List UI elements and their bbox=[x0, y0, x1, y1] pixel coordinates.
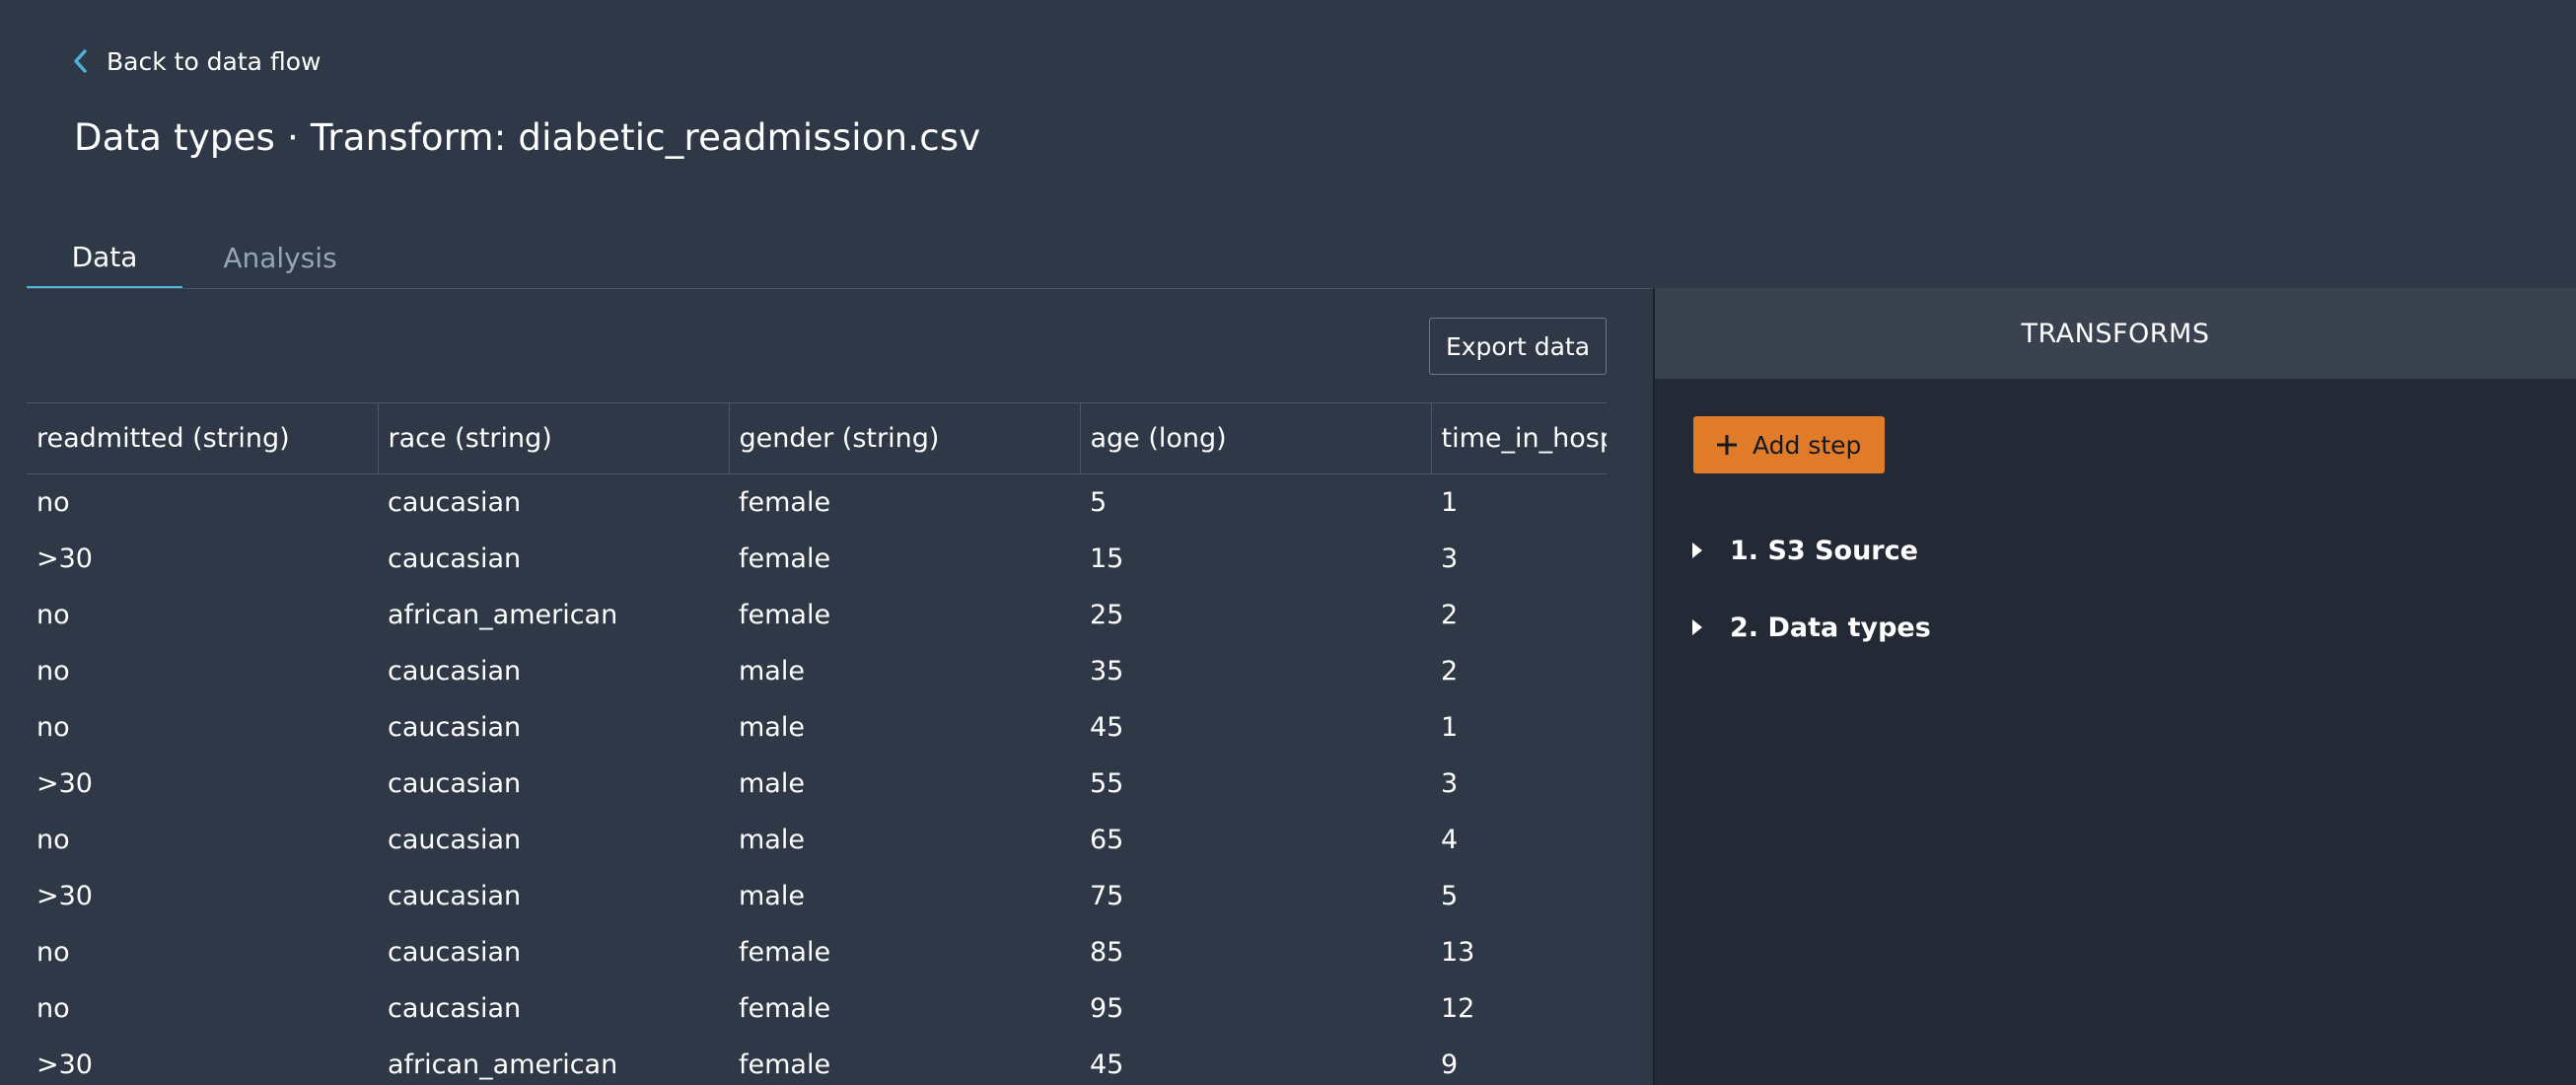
table-cell: caucasian bbox=[388, 936, 522, 968]
table-row: >30 caucasian male 55 3 bbox=[27, 756, 1607, 812]
table-cell: 2 bbox=[1441, 655, 1459, 687]
table-cell: african_american bbox=[388, 599, 618, 630]
table-cell: 4 bbox=[1441, 824, 1459, 855]
tabs-divider bbox=[27, 288, 1654, 289]
column-header-readmitted[interactable]: readmitted (string) bbox=[27, 402, 379, 474]
table-cell: female bbox=[739, 486, 831, 518]
table-cell: 85 bbox=[1090, 936, 1124, 968]
table-cell: no bbox=[36, 711, 70, 743]
table-cell: caucasian bbox=[388, 880, 522, 911]
table-cell: 35 bbox=[1090, 655, 1124, 687]
table-header-row: readmitted (string) race (string) gender… bbox=[27, 402, 1607, 474]
step-data-types[interactable]: 2. Data types bbox=[1690, 608, 1931, 647]
back-link-label: Back to data flow bbox=[107, 46, 322, 76]
column-header-time-in-hospital[interactable]: time_in_hospital (long) bbox=[1431, 402, 1607, 474]
table-cell: >30 bbox=[36, 1049, 93, 1080]
data-table: readmitted (string) race (string) gender… bbox=[27, 402, 1607, 1085]
page-title: Data types · Transform: diabetic_readmis… bbox=[74, 116, 981, 159]
table-cell: 5 bbox=[1090, 486, 1108, 518]
back-to-data-flow-link[interactable]: Back to data flow bbox=[71, 43, 321, 79]
table-cell: 45 bbox=[1090, 711, 1124, 743]
table-row: no caucasian male 65 4 bbox=[27, 812, 1607, 868]
tab-analysis[interactable]: Analysis bbox=[196, 227, 364, 289]
table-cell: female bbox=[739, 1049, 831, 1080]
table-cell: 5 bbox=[1441, 880, 1459, 911]
table-cell: female bbox=[739, 992, 831, 1024]
table-cell: 65 bbox=[1090, 824, 1124, 855]
app-window: Back to data flow Data types · Transform… bbox=[0, 0, 2576, 1085]
step-label: 1. S3 Source bbox=[1730, 535, 1918, 566]
table-cell: caucasian bbox=[388, 486, 522, 518]
table-cell: no bbox=[36, 824, 70, 855]
table-cell: no bbox=[36, 599, 70, 630]
table-cell: female bbox=[739, 599, 831, 630]
step-label: 2. Data types bbox=[1730, 612, 1931, 643]
table-cell: female bbox=[739, 542, 831, 574]
column-header-age[interactable]: age (long) bbox=[1080, 402, 1432, 474]
table-cell: no bbox=[36, 486, 70, 518]
table-row: no caucasian female 85 13 bbox=[27, 924, 1607, 980]
table-cell: male bbox=[739, 655, 805, 687]
table-cell: 1 bbox=[1441, 486, 1459, 518]
table-cell: 45 bbox=[1090, 1049, 1124, 1080]
table-cell: no bbox=[36, 655, 70, 687]
export-data-button[interactable]: Export data bbox=[1429, 318, 1607, 375]
tab-bar: Data Analysis bbox=[27, 227, 1654, 289]
table-row: no caucasian female 5 1 bbox=[27, 474, 1607, 531]
table-cell: male bbox=[739, 767, 805, 799]
table-cell: >30 bbox=[36, 767, 93, 799]
table-cell: 2 bbox=[1441, 599, 1459, 630]
table-cell: 3 bbox=[1441, 542, 1459, 574]
table-cell: 15 bbox=[1090, 542, 1124, 574]
table-cell: >30 bbox=[36, 880, 93, 911]
table-cell: 55 bbox=[1090, 767, 1124, 799]
table-row: >30 caucasian female 15 3 bbox=[27, 531, 1607, 587]
caret-right-icon bbox=[1690, 617, 1704, 637]
table-cell: no bbox=[36, 992, 70, 1024]
table-cell: >30 bbox=[36, 542, 93, 574]
table-row: no caucasian male 35 2 bbox=[27, 643, 1607, 699]
tab-data[interactable]: Data bbox=[27, 227, 182, 289]
table-cell: 9 bbox=[1441, 1049, 1459, 1080]
table-cell: 25 bbox=[1090, 599, 1124, 630]
table-cell: no bbox=[36, 936, 70, 968]
chevron-left-icon bbox=[71, 47, 89, 75]
table-cell: 3 bbox=[1441, 767, 1459, 799]
table-cell: male bbox=[739, 711, 805, 743]
caret-right-icon bbox=[1690, 541, 1704, 560]
table-cell: 13 bbox=[1441, 936, 1475, 968]
table-cell: caucasian bbox=[388, 767, 522, 799]
plus-icon bbox=[1715, 433, 1739, 457]
table-row: no african_american female 25 2 bbox=[27, 587, 1607, 643]
table-cell: caucasian bbox=[388, 824, 522, 855]
table-cell: caucasian bbox=[388, 655, 522, 687]
transforms-panel: TRANSFORMS Add step 1. S3 Source 2. Data… bbox=[1653, 288, 2576, 1085]
table-row: no caucasian male 45 1 bbox=[27, 699, 1607, 756]
column-header-gender[interactable]: gender (string) bbox=[729, 402, 1081, 474]
transforms-panel-title: TRANSFORMS bbox=[1655, 288, 2576, 379]
table-cell: 75 bbox=[1090, 880, 1124, 911]
table-cell: male bbox=[739, 824, 805, 855]
column-header-race[interactable]: race (string) bbox=[378, 402, 730, 474]
table-cell: 95 bbox=[1090, 992, 1124, 1024]
table-cell: 12 bbox=[1441, 992, 1475, 1024]
table-row: >30 african_american female 45 9 bbox=[27, 1037, 1607, 1085]
table-cell: caucasian bbox=[388, 542, 522, 574]
table-cell: male bbox=[739, 880, 805, 911]
data-table-viewport[interactable]: readmitted (string) race (string) gender… bbox=[27, 402, 1607, 1085]
step-s3-source[interactable]: 1. S3 Source bbox=[1690, 531, 1918, 570]
table-cell: 1 bbox=[1441, 711, 1459, 743]
add-step-button[interactable]: Add step bbox=[1693, 416, 1885, 473]
table-cell: caucasian bbox=[388, 992, 522, 1024]
table-cell: female bbox=[739, 936, 831, 968]
table-cell: caucasian bbox=[388, 711, 522, 743]
table-row: no caucasian female 95 12 bbox=[27, 980, 1607, 1037]
add-step-label: Add step bbox=[1753, 430, 1862, 460]
table-cell: african_american bbox=[388, 1049, 618, 1080]
table-row: >30 caucasian male 75 5 bbox=[27, 868, 1607, 924]
